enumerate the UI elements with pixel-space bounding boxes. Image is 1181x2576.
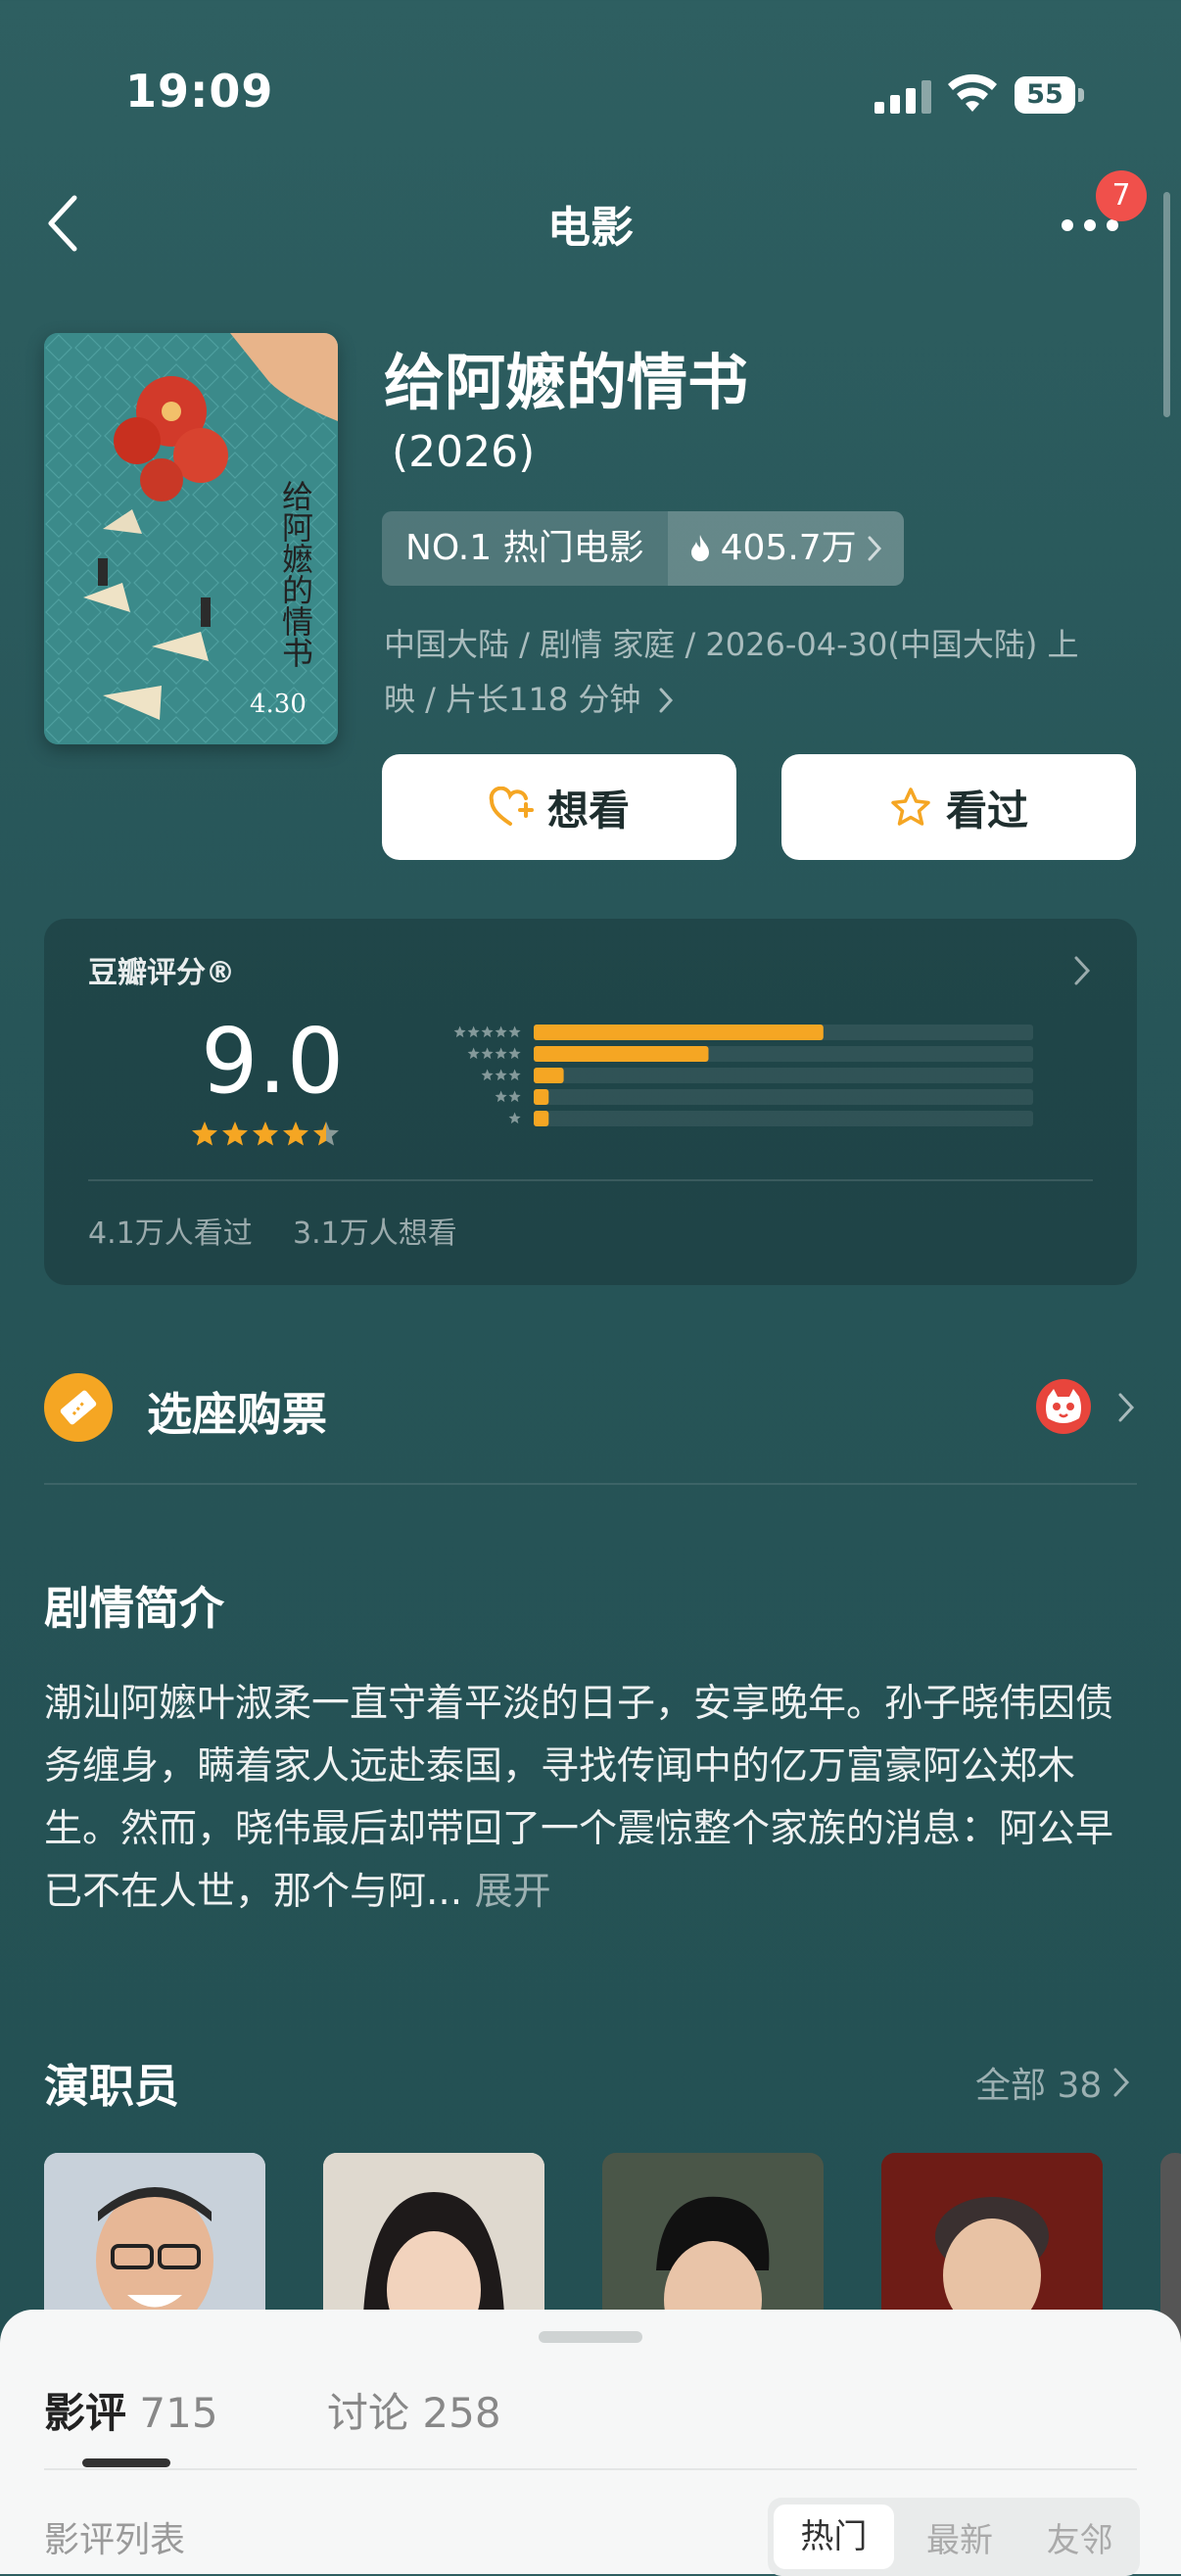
battery-icon: 55: [1015, 76, 1085, 114]
movie-title: 给阿嬷的情书: [384, 347, 749, 418]
rank-label: NO.1 热门电影: [382, 511, 668, 586]
cast-heading: 演职员: [44, 2060, 179, 2113]
movie-poster[interactable]: 给阿嬷的情书 4.30: [44, 333, 338, 744]
distribution-star: [508, 1026, 521, 1038]
distribution-star: [495, 1047, 507, 1060]
heat-value: 405.7万: [720, 528, 857, 568]
want-to-watch-button[interactable]: 想看: [382, 754, 736, 860]
cast-all-link[interactable]: 全部 38: [975, 2057, 1131, 2108]
rating-card[interactable]: 豆瓣评分® 9.0 4.1万人看过 3.1万人想看: [44, 919, 1137, 1285]
synopsis-text: 潮汕阿嬷叶淑柔一直守着平淡的日子，安享晚年。孙子晓伟因债务缠身，瞒着家人远赴泰国…: [44, 1673, 1141, 1924]
chevron-right-icon: [1118, 1393, 1135, 1422]
maoyan-logo-icon: [1036, 1379, 1091, 1434]
synopsis-heading: 剧情简介: [44, 1582, 224, 1635]
heart-plus-icon: [489, 787, 534, 826]
seen-count: 4.1万人看过: [88, 1216, 253, 1251]
poster-title: 给阿嬷的情书: [277, 480, 314, 668]
tab-indicator: [82, 2458, 170, 2467]
distribution-bar: [534, 1025, 824, 1040]
notification-badge: 7: [1096, 170, 1147, 221]
sort-option-latest[interactable]: 最新: [900, 2513, 1020, 2561]
tab-discussions-label: 讨论: [327, 2389, 410, 2437]
seen-label: 看过: [945, 786, 1028, 835]
ticket-icon: [44, 1373, 113, 1442]
star-outline-icon: [891, 787, 930, 826]
sort-segmented-control[interactable]: 热门 最新 友邻: [768, 2498, 1140, 2576]
movie-year: (2026): [392, 427, 536, 477]
buy-tickets-label: 选座购票: [147, 1388, 327, 1441]
flame-icon: [690, 535, 709, 561]
reviews-sheet[interactable]: 影评 715 讨论 258 影评列表 热门 最新 友邻: [0, 2310, 1181, 2576]
status-time: 19:09: [125, 65, 274, 118]
battery-level: 55: [1015, 76, 1075, 114]
distribution-star: [508, 1069, 521, 1081]
distribution-bar: [534, 1111, 549, 1126]
rating-title: 豆瓣评分®: [88, 956, 235, 990]
distribution-star: [467, 1026, 480, 1038]
rating-stars: [192, 1121, 339, 1146]
divider: [44, 2468, 1137, 2470]
rank-chip[interactable]: NO.1 热门电影 405.7万: [382, 511, 904, 586]
rating-distribution-chart: [453, 1025, 1033, 1126]
want-label: 想看: [546, 786, 630, 835]
movie-meta[interactable]: 中国大陆 / 剧情 家庭 / 2026-04-30(中国大陆) 上映 / 片长1…: [384, 617, 1109, 727]
distribution-star: [481, 1026, 494, 1038]
divider: [44, 1483, 1137, 1485]
distribution-star: [508, 1047, 521, 1060]
distribution-star: [467, 1047, 480, 1060]
distribution-star: [481, 1047, 494, 1060]
tab-reviews[interactable]: 影评 715: [44, 2380, 218, 2440]
chevron-right-icon: [868, 536, 881, 561]
cellular-signal-icon: [874, 80, 931, 114]
chevron-right-icon: [1074, 956, 1091, 985]
sheet-handle[interactable]: [539, 2331, 642, 2343]
poster-date: 4.30: [250, 690, 307, 719]
chevron-right-icon: [659, 688, 673, 713]
tab-reviews-count: 715: [139, 2389, 218, 2437]
distribution-track: [534, 1068, 1033, 1083]
distribution-bar: [534, 1089, 549, 1105]
heat-section[interactable]: 405.7万: [667, 511, 904, 586]
synopsis-body: 潮汕阿嬷叶淑柔一直守着平淡的日子，安享晚年。孙子晓伟因债务缠身，瞒着家人远赴泰国…: [44, 1682, 1114, 1914]
movie-meta-text: 中国大陆 / 剧情 家庭 / 2026-04-30(中国大陆) 上映 / 片长1…: [384, 626, 1079, 718]
distribution-star: [481, 1069, 494, 1081]
sort-option-hot[interactable]: 热门: [774, 2504, 894, 2569]
expand-link[interactable]: 展开: [475, 1870, 551, 1914]
distribution-bar: [534, 1068, 564, 1083]
distribution-star: [508, 1090, 521, 1103]
page-title: 电影: [547, 203, 634, 253]
wifi-icon: [948, 73, 997, 112]
tab-reviews-label: 影评: [44, 2389, 127, 2437]
rating-score: 9.0: [201, 1009, 345, 1114]
cast-all-label: 全部 38: [975, 2066, 1103, 2106]
review-list-label: 影评列表: [44, 2520, 186, 2560]
distribution-track: [534, 1089, 1033, 1105]
seen-button[interactable]: 看过: [781, 754, 1136, 860]
distribution-star: [508, 1112, 521, 1124]
distribution-star: [495, 1090, 507, 1103]
distribution-star: [495, 1026, 507, 1038]
distribution-track: [534, 1111, 1033, 1126]
chevron-right-icon: [1113, 2068, 1130, 2097]
tab-discussions[interactable]: 讨论 258: [327, 2380, 501, 2440]
distribution-star: [453, 1026, 466, 1038]
want-count: 3.1万人想看: [293, 1216, 457, 1251]
scrollbar[interactable]: [1163, 192, 1170, 417]
sort-option-friends[interactable]: 友邻: [1019, 2513, 1140, 2561]
tab-discussions-count: 258: [422, 2389, 501, 2437]
distribution-bar: [534, 1046, 709, 1062]
distribution-star: [495, 1069, 507, 1081]
